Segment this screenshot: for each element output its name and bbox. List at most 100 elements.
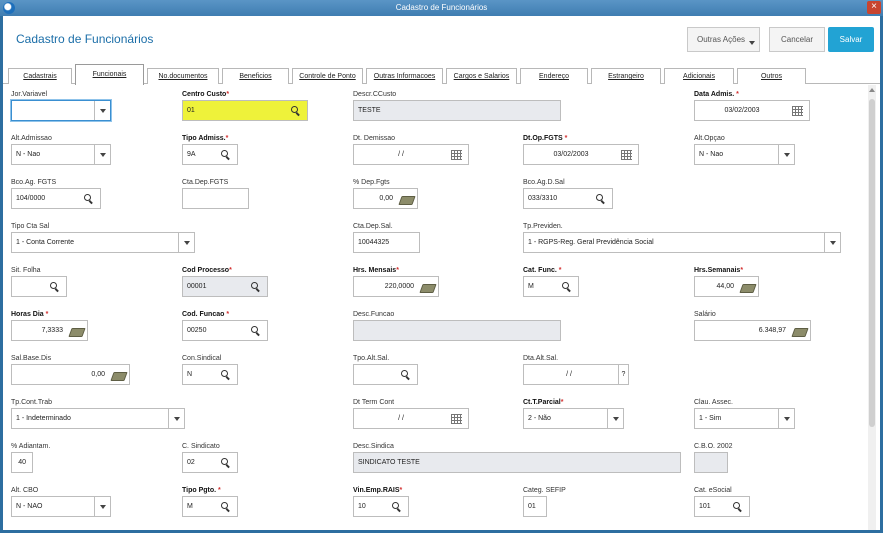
chevron-down-icon[interactable] <box>94 145 110 164</box>
hrs-semanais-label: Hrs.Semanais* <box>694 267 744 274</box>
tab-beneficios[interactable]: Beneficios <box>222 68 289 84</box>
calculator-icon[interactable] <box>421 281 433 293</box>
chevron-down-icon[interactable] <box>178 233 194 252</box>
dta-alt-sal-field[interactable]: / / ? <box>523 364 629 385</box>
cta-dep-sal-field[interactable]: 10044325 <box>353 232 420 253</box>
con-sindical-field[interactable]: N <box>182 364 238 385</box>
tipo-pgto-field[interactable]: M <box>182 496 238 517</box>
alt-admissao-value: N - Nao <box>16 151 41 158</box>
tab-cadastrais[interactable]: Cadastrais <box>8 68 72 84</box>
jor-variavel-select[interactable] <box>11 100 111 121</box>
salario-field[interactable]: 6.348,97 <box>694 320 811 341</box>
alt-cbo-select[interactable]: N - NAO <box>11 496 111 517</box>
search-icon[interactable] <box>732 501 744 513</box>
tp-previden-select[interactable]: 1 - RGPS-Reg. Geral Previdência Social <box>523 232 841 253</box>
calculator-icon[interactable] <box>741 281 753 293</box>
hrs-semanais-field[interactable]: 44,00 <box>694 276 759 297</box>
search-icon[interactable] <box>391 501 403 513</box>
chevron-down-icon[interactable] <box>778 409 794 428</box>
bco-ag-d-sal-field[interactable]: 033/3310 <box>523 188 613 209</box>
search-icon[interactable] <box>83 193 95 205</box>
data-admis-field[interactable]: 03/02/2003 <box>694 100 810 121</box>
scroll-up-icon[interactable] <box>869 88 875 92</box>
search-icon[interactable] <box>49 281 61 293</box>
search-icon[interactable] <box>250 325 262 337</box>
dt-demissao-field[interactable]: / / <box>353 144 469 165</box>
chevron-down-icon[interactable] <box>824 233 840 252</box>
tipo-cta-sal-select[interactable]: 1 - Conta Corrente <box>11 232 195 253</box>
tab-estrangeiro[interactable]: Estrangeiro <box>591 68 661 84</box>
tab-outras-informacoes[interactable]: Outras Informacoes <box>366 68 443 84</box>
calculator-icon[interactable] <box>793 325 805 337</box>
sal-base-dis-field[interactable]: 0,00 <box>11 364 130 385</box>
horas-dia-field[interactable]: 7,3333 <box>11 320 88 341</box>
chevron-down-icon[interactable] <box>94 101 110 120</box>
help-icon[interactable]: ? <box>618 365 628 384</box>
calculator-icon[interactable] <box>112 369 124 381</box>
more-actions-label: Outras Ações <box>697 35 746 44</box>
search-icon[interactable] <box>250 281 262 293</box>
calculator-icon[interactable] <box>70 325 82 337</box>
search-icon[interactable] <box>595 193 607 205</box>
tab-outros[interactable]: Outros <box>737 68 806 84</box>
alt-admissao-select[interactable]: N - Nao <box>11 144 111 165</box>
tpo-alt-sal-label: Tpo.Alt.Sal. <box>353 355 390 362</box>
pct-adiantam-field[interactable]: 40 <box>11 452 33 473</box>
categ-sefip-field[interactable]: 01 <box>523 496 547 517</box>
calculator-icon[interactable] <box>400 193 412 205</box>
tab-endereco[interactable]: Endereço <box>520 68 588 84</box>
cat-func-field[interactable]: M <box>523 276 579 297</box>
tab-cargos-e-salarios[interactable]: Cargos e Salarios <box>446 68 517 84</box>
tipo-pgto-label: Tipo Pgto. * <box>182 487 221 494</box>
search-icon[interactable] <box>220 457 232 469</box>
sit-folha-field[interactable] <box>11 276 67 297</box>
chevron-down-icon[interactable] <box>168 409 184 428</box>
centro-custo-field[interactable]: 01 <box>182 100 308 121</box>
cat-esocial-field[interactable]: 101 <box>694 496 750 517</box>
more-actions-button[interactable]: Outras Ações <box>687 27 760 52</box>
chevron-down-icon[interactable] <box>94 497 110 516</box>
cta-dep-fgts-field[interactable] <box>182 188 249 209</box>
search-icon[interactable] <box>400 369 412 381</box>
chevron-down-icon[interactable] <box>778 145 794 164</box>
search-icon[interactable] <box>290 105 302 117</box>
hrs-mensais-field[interactable]: 220,0000 <box>353 276 439 297</box>
alt-opcao-select[interactable]: N - Nao <box>694 144 795 165</box>
calendar-icon[interactable] <box>451 149 463 161</box>
desc-funcao-label: Desc.Funcao <box>353 311 395 318</box>
save-button[interactable]: Salvar <box>828 27 874 52</box>
tp-cont-trab-select[interactable]: 1 - Indeterminado <box>11 408 185 429</box>
search-icon[interactable] <box>220 369 232 381</box>
pct-dep-fgts-field[interactable]: 0,00 <box>353 188 418 209</box>
pct-adiantam-label: % Adiantam. <box>11 443 51 450</box>
cod-processo-field[interactable]: 00001 <box>182 276 268 297</box>
c-sindicato-label: C. Sindicato <box>182 443 220 450</box>
c-sindicato-field[interactable]: 02 <box>182 452 238 473</box>
cbo-2002-field <box>694 452 728 473</box>
ct-t-parcial-select[interactable]: 2 - Não <box>523 408 624 429</box>
cancel-button[interactable]: Cancelar <box>769 27 825 52</box>
bco-ag-fgts-field[interactable]: 104/0000 <box>11 188 101 209</box>
search-icon[interactable] <box>220 501 232 513</box>
vin-emp-rais-field[interactable]: 10 <box>353 496 409 517</box>
cod-funcao-field[interactable]: 00250 <box>182 320 268 341</box>
tab-controle-de-ponto[interactable]: Controle de Ponto <box>292 68 363 84</box>
search-icon[interactable] <box>561 281 573 293</box>
calendar-icon[interactable] <box>621 149 633 161</box>
tab-no-documentos[interactable]: No.documentos <box>147 68 219 84</box>
search-icon[interactable] <box>220 149 232 161</box>
tpo-alt-sal-field[interactable] <box>353 364 418 385</box>
clau-assec-select[interactable]: 1 - Sim <box>694 408 795 429</box>
dt-op-fgts-field[interactable]: 03/02/2003 <box>523 144 639 165</box>
calendar-icon[interactable] <box>451 413 463 425</box>
vertical-scrollbar[interactable] <box>868 85 876 530</box>
close-window-button[interactable]: × <box>867 1 881 14</box>
chevron-down-icon[interactable] <box>607 409 623 428</box>
tab-adicionais[interactable]: Adicionais <box>664 68 734 84</box>
ct-t-parcial-label: Ct.T.Parcial* <box>523 399 564 406</box>
scrollbar-thumb[interactable] <box>869 99 875 427</box>
tipo-admiss-field[interactable]: 9A <box>182 144 238 165</box>
dt-term-cont-field[interactable]: / / <box>353 408 469 429</box>
tab-funcionais[interactable]: Funcionais <box>75 64 144 85</box>
calendar-icon[interactable] <box>792 105 804 117</box>
